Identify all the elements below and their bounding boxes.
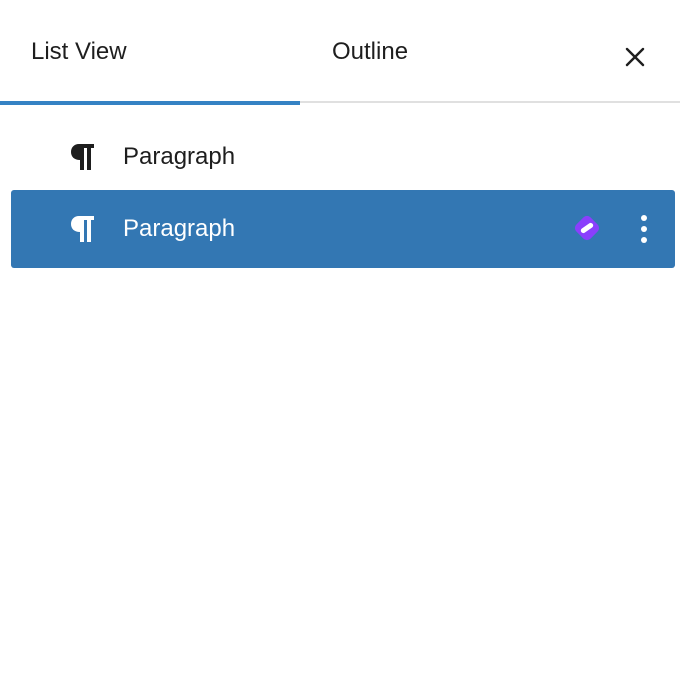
close-icon <box>625 47 645 67</box>
tab-list-view[interactable]: List View <box>0 0 300 105</box>
pilcrow-icon <box>71 144 94 170</box>
more-vertical-icon <box>641 215 647 243</box>
list-item-label: Paragraph <box>123 215 236 242</box>
tab-outline[interactable]: Outline <box>300 0 450 103</box>
more-options-button[interactable] <box>631 212 657 246</box>
pilcrow-icon <box>71 216 94 242</box>
list-item-label: Paragraph <box>123 143 236 170</box>
list-item[interactable]: Paragraph <box>11 118 675 196</box>
tab-outline-label: Outline <box>332 37 409 65</box>
close-button[interactable] <box>614 36 656 78</box>
list-item-selected[interactable]: Paragraph <box>11 190 675 268</box>
tab-list-view-label: List View <box>31 37 127 65</box>
list-view-panel: List View Outline Paragraph Paragraph <box>0 0 680 685</box>
highlight-badge-icon <box>574 215 600 241</box>
tab-bar: List View Outline <box>0 0 680 105</box>
